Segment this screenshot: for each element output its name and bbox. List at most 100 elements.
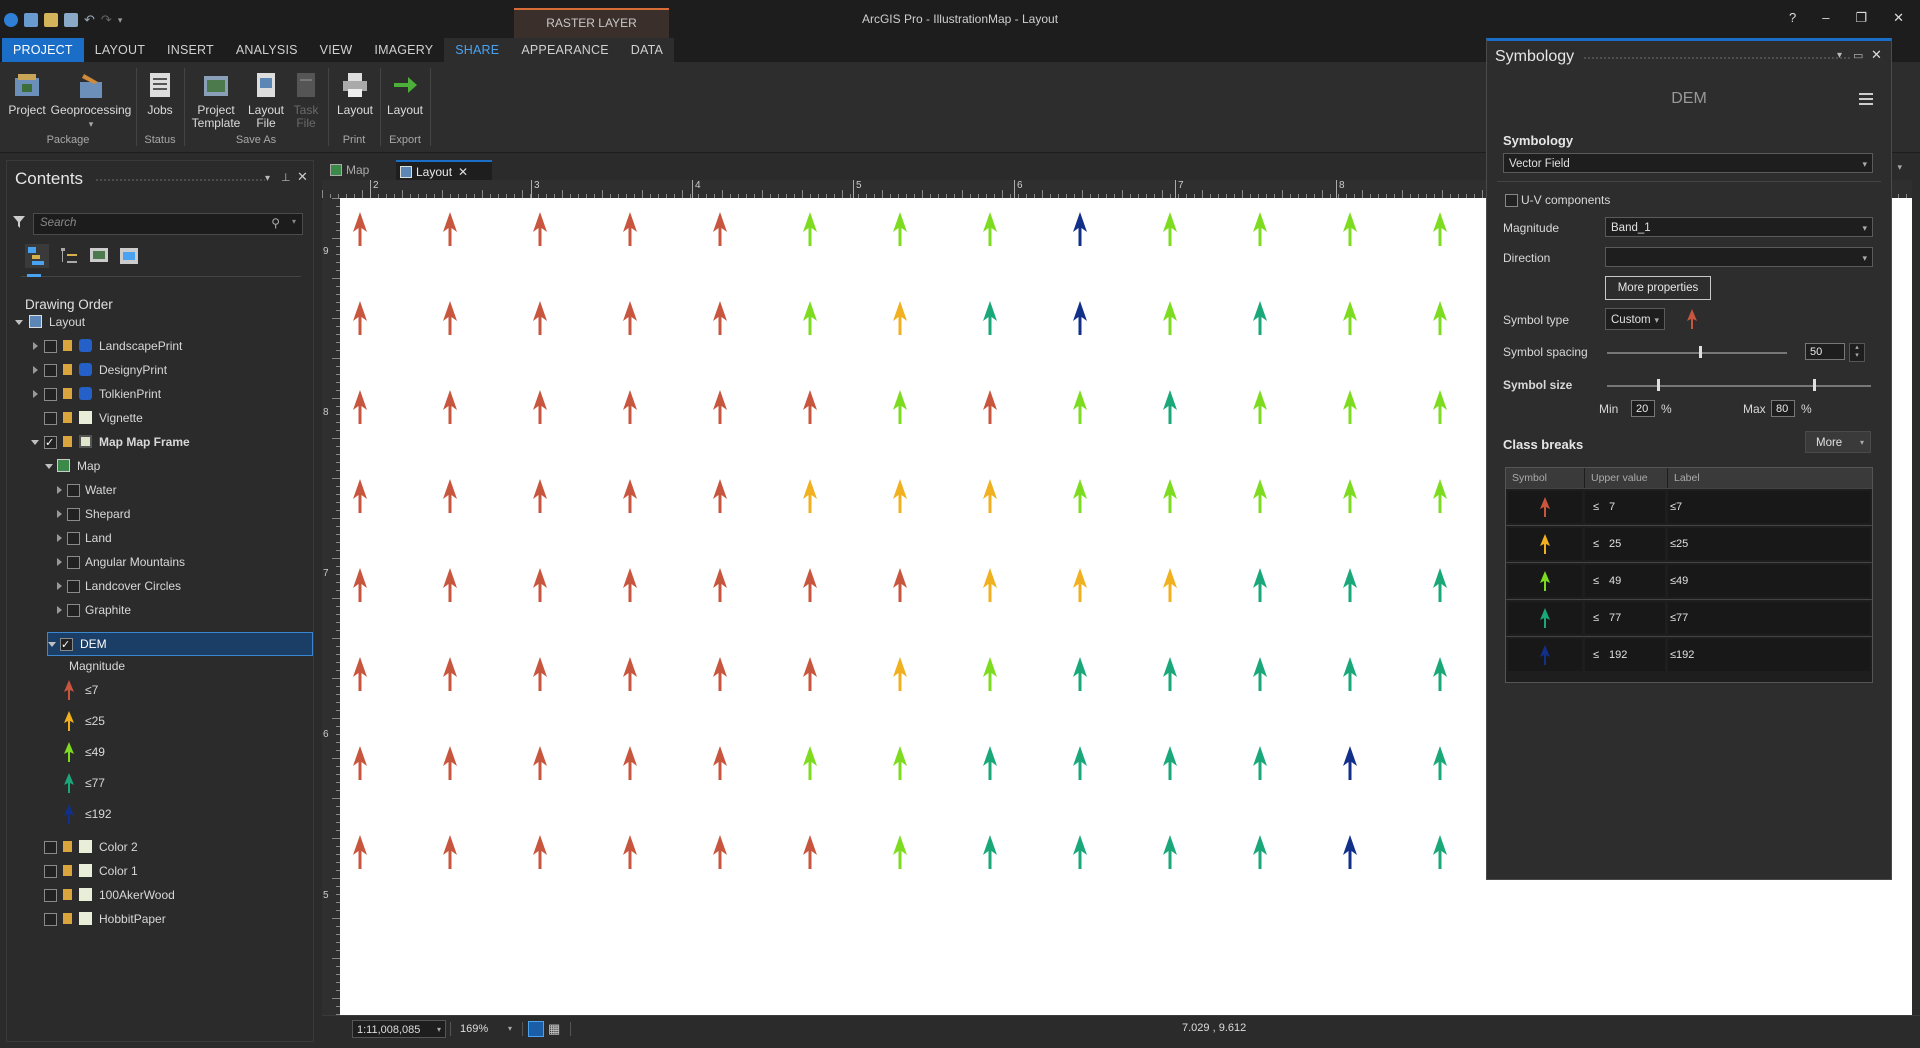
search-options-icon[interactable]: ▾ [292,217,296,226]
list-by-source-icon[interactable] [87,244,111,268]
expand-icon[interactable] [57,534,62,542]
size-max-thumb[interactable] [1813,379,1816,391]
list-by-selection-icon[interactable] [57,244,81,268]
legend-item[interactable]: ≤192 [7,803,307,825]
tab-analysis[interactable]: ANALYSIS [225,38,309,62]
close-pane-icon[interactable]: ✕ [1871,47,1882,63]
spacing-slider-track[interactable] [1607,352,1787,354]
visibility-checkbox[interactable] [44,865,57,878]
visibility-checkbox[interactable] [44,841,57,854]
expand-icon[interactable] [57,486,62,494]
class-break-row[interactable]: ≤25 ≤25 [1506,525,1872,562]
legend-item[interactable]: ≤77 [7,772,307,794]
pane-gripper[interactable] [95,178,265,183]
visibility-checkbox[interactable] [67,532,80,545]
tree-item-water[interactable]: Water [7,479,307,501]
visibility-checkbox[interactable] [67,484,80,497]
tree-item-tolkienprint[interactable]: TolkienPrint [7,383,307,405]
direction-dropdown[interactable] [1605,247,1873,268]
tree-item-graphite[interactable]: Graphite [7,599,307,621]
tree-item-color-2[interactable]: Color 2 [7,836,307,858]
visibility-checkbox[interactable] [60,634,73,656]
geoprocessing-package-button[interactable]: Geoprocessing ▾ [50,70,132,131]
tree-item-map-frame[interactable]: Map Map Frame [7,431,307,454]
tree-item-dem[interactable]: DEM [47,632,313,656]
lock-icon[interactable] [63,865,72,876]
tree-item-shepard[interactable]: Shepard [7,503,307,525]
tree-item-landscapeprint[interactable]: LandscapePrint [7,335,307,357]
class-symbol-cell[interactable] [1508,491,1582,523]
grid-icon[interactable]: ▦ [548,1021,564,1037]
visibility-checkbox[interactable] [67,508,80,521]
snapping-icon[interactable] [528,1021,544,1037]
renderer-dropdown[interactable]: Vector Field [1503,153,1873,174]
class-symbol-cell[interactable] [1508,565,1582,597]
arrow-symbol-icon[interactable] [1685,308,1699,330]
layout-file-button[interactable]: Layout File [246,70,286,130]
close-button[interactable]: ✕ [1893,10,1904,26]
max-size-input[interactable]: 80 [1771,400,1795,417]
collapse-icon[interactable] [45,464,53,469]
tab-insert[interactable]: INSERT [156,38,225,62]
lock-icon[interactable] [63,340,72,351]
label-cell[interactable]: ≤7 [1668,491,1870,523]
upper-value-cell[interactable]: ≤77 [1585,602,1665,634]
tab-data[interactable]: DATA [619,38,675,62]
expand-icon[interactable] [33,390,38,398]
expand-icon[interactable] [33,342,38,350]
pane-menu-icon[interactable]: ▾ [265,173,270,184]
lock-icon[interactable] [63,412,72,423]
legend-item[interactable]: ≤25 [7,710,307,732]
visibility-checkbox[interactable] [67,556,80,569]
magnitude-dropdown[interactable]: Band_1 [1605,217,1873,238]
class-break-row[interactable]: ≤77 ≤77 [1506,599,1872,636]
list-by-labeling-icon[interactable] [117,244,141,268]
lock-icon[interactable] [63,436,72,447]
expand-icon[interactable] [57,582,62,590]
legend-item[interactable]: ≤49 [7,741,307,763]
search-icon[interactable]: ⚲ [271,216,280,230]
restore-button[interactable]: ❐ [1855,10,1867,26]
label-cell[interactable]: ≤192 [1668,639,1870,671]
export-layout-button[interactable]: Layout [384,70,426,117]
project-package-button[interactable]: Project [6,70,48,117]
expand-icon[interactable] [57,510,62,518]
class-symbol-cell[interactable] [1508,639,1582,671]
class-break-row[interactable]: ≤49 ≤49 [1506,562,1872,599]
print-layout-button[interactable]: Layout [334,70,376,117]
min-size-input[interactable]: 20 [1631,400,1655,417]
tab-layout-view[interactable]: Layout ✕ [396,160,492,182]
collapse-icon[interactable] [31,440,39,445]
tree-item-land[interactable]: Land [7,527,307,549]
legend-item[interactable]: ≤7 [7,679,307,701]
lock-icon[interactable] [63,889,72,900]
visibility-checkbox[interactable] [44,432,57,454]
project-template-button[interactable]: Project Template [188,70,244,130]
tree-item-vignette[interactable]: Vignette [7,407,307,429]
jobs-button[interactable]: Jobs [140,70,180,117]
expand-icon[interactable] [33,366,38,374]
upper-value-cell[interactable]: ≤25 [1585,528,1665,560]
pane-menu-icon[interactable]: ▾ [1837,50,1842,61]
label-cell[interactable]: ≤77 [1668,602,1870,634]
pin-icon[interactable]: ⊥ [281,171,291,184]
visibility-checkbox[interactable] [44,364,57,377]
tree-item-designyprint[interactable]: DesignyPrint [7,359,307,381]
visibility-checkbox[interactable] [67,604,80,617]
more-properties-button[interactable]: More properties [1605,276,1711,300]
maximize-icon[interactable]: ▭ [1853,49,1863,62]
tab-share[interactable]: SHARE [444,38,511,62]
tab-map-view[interactable]: Map [326,160,406,180]
tab-layout[interactable]: LAYOUT [84,38,156,62]
expand-icon[interactable] [57,558,62,566]
upper-value-cell[interactable]: ≤192 [1585,639,1665,671]
tree-item-layout[interactable]: Layout [7,311,307,333]
spacing-slider-thumb[interactable] [1699,346,1702,358]
task-file-button[interactable]: Task File [288,70,324,130]
tree-item-map[interactable]: Map [7,455,307,477]
zoom-dropdown[interactable]: 169% ▾ [460,1020,520,1038]
tree-item-hobbitpaper[interactable]: HobbitPaper [7,908,307,930]
visibility-checkbox[interactable] [44,388,57,401]
label-cell[interactable]: ≤25 [1668,528,1870,560]
tab-appearance[interactable]: APPEARANCE [510,38,620,62]
